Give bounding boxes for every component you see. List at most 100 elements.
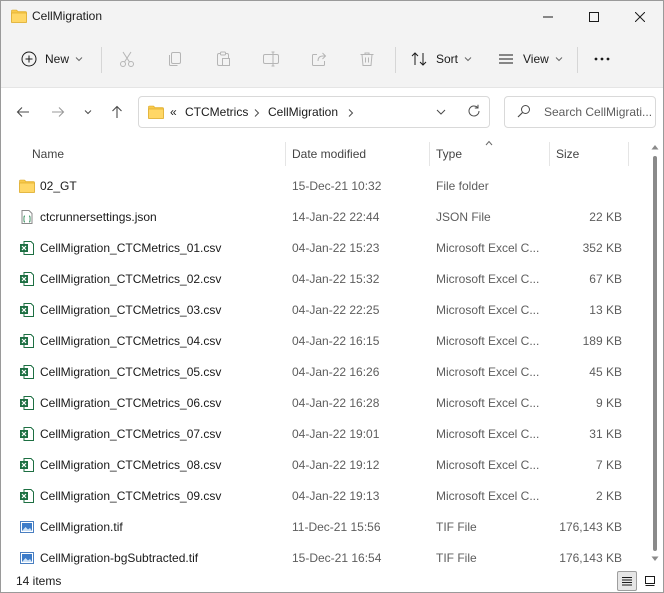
address-bar[interactable]: « CTCMetrics CellMigration (138, 96, 490, 128)
file-size: 9 KB (595, 396, 622, 410)
folder-icon (148, 105, 164, 119)
column-label: Name (32, 147, 65, 161)
new-button[interactable]: New (21, 45, 83, 73)
file-date: 11-Dec-21 15:56 (292, 520, 381, 534)
search-icon (517, 105, 530, 118)
chevron-down-icon (555, 57, 563, 62)
sort-button[interactable]: Sort (410, 45, 472, 73)
toolbar-divider (395, 47, 396, 73)
large-icons-view-button[interactable] (640, 571, 660, 591)
excel-csv-icon (20, 303, 34, 317)
recent-locations-button[interactable] (78, 102, 98, 122)
search-box[interactable]: Search CellMigrati... (504, 96, 656, 128)
list-item[interactable]: CellMigration_CTCMetrics_03.csv 04-Jan-2… (13, 294, 643, 325)
breadcrumb-overflow[interactable]: « (170, 105, 177, 119)
list-item[interactable]: 02_GT 15-Dec-21 10:32 File folder (13, 170, 643, 201)
chevron-right-icon[interactable] (348, 109, 354, 117)
more-options-button[interactable] (593, 45, 611, 73)
file-size: 13 KB (589, 303, 622, 317)
file-type: Microsoft Excel C... (436, 489, 540, 503)
list-item[interactable]: CellMigration_CTCMetrics_02.csv 04-Jan-2… (13, 263, 643, 294)
file-size: 352 KB (582, 241, 622, 255)
image-file-icon (20, 521, 34, 533)
share-button[interactable] (310, 45, 328, 73)
sort-ascending-icon (485, 140, 493, 146)
file-name: CellMigration_CTCMetrics_03.csv (40, 303, 222, 317)
list-item[interactable]: CellMigration.tif 11-Dec-21 15:56 TIF Fi… (13, 511, 643, 542)
list-item[interactable]: CellMigration_CTCMetrics_06.csv 04-Jan-2… (13, 387, 643, 418)
arrow-up-icon (112, 105, 122, 118)
file-date: 04-Jan-22 15:23 (292, 241, 380, 255)
file-size: 2 KB (595, 489, 622, 503)
column-header-date[interactable]: Date modified (286, 138, 429, 170)
file-size: 67 KB (589, 272, 622, 286)
breadcrumb-ctcmetrics[interactable]: CTCMetrics (185, 105, 248, 119)
copy-button[interactable] (166, 45, 184, 73)
list-item[interactable]: CellMigration_CTCMetrics_07.csv 04-Jan-2… (13, 418, 643, 449)
file-type: Microsoft Excel C... (436, 427, 540, 441)
folder-icon (11, 9, 27, 23)
chevron-down-icon (464, 57, 472, 62)
close-button[interactable] (617, 1, 663, 33)
file-size: 176,143 KB (559, 520, 622, 534)
column-divider[interactable] (628, 142, 629, 166)
file-name: 02_GT (40, 179, 77, 193)
details-view-icon (622, 577, 632, 586)
file-type: Microsoft Excel C... (436, 365, 540, 379)
rename-button[interactable] (262, 45, 280, 73)
close-icon (635, 12, 645, 22)
file-name: ctcrunnersettings.json (40, 210, 157, 224)
list-item[interactable]: CellMigration_CTCMetrics_01.csv 04-Jan-2… (13, 232, 643, 263)
chevron-down-icon[interactable] (436, 108, 446, 116)
file-type: JSON File (436, 210, 491, 224)
chevron-down-icon (84, 110, 92, 115)
cut-button[interactable] (118, 45, 136, 73)
file-type: Microsoft Excel C... (436, 272, 540, 286)
column-header-type[interactable]: Type (430, 138, 549, 170)
chevron-right-icon[interactable] (254, 109, 260, 117)
file-date: 15-Dec-21 10:32 (292, 179, 382, 193)
up-button[interactable] (107, 102, 127, 122)
scroll-down-icon[interactable] (651, 556, 659, 562)
minimize-button[interactable] (525, 1, 571, 33)
maximize-button[interactable] (571, 1, 617, 33)
share-icon (312, 52, 327, 66)
file-list: Name Date modified Type Size 02_GT 15-De… (1, 138, 663, 570)
file-date: 04-Jan-22 15:32 (292, 272, 380, 286)
item-count: 14 items (16, 574, 62, 588)
column-header-size[interactable]: Size (550, 138, 628, 170)
list-item[interactable]: CellMigration_CTCMetrics_09.csv 04-Jan-2… (13, 480, 643, 511)
refresh-icon[interactable] (467, 104, 481, 118)
breadcrumb-cellmigration[interactable]: CellMigration (268, 105, 338, 119)
details-view-button[interactable] (617, 571, 637, 591)
paste-button[interactable] (214, 45, 232, 73)
scroll-up-icon[interactable] (651, 144, 659, 150)
vertical-scrollbar-thumb[interactable] (653, 156, 657, 551)
paste-icon (217, 51, 230, 66)
delete-button[interactable] (358, 45, 376, 73)
list-item[interactable]: CellMigration_CTCMetrics_05.csv 04-Jan-2… (13, 356, 643, 387)
forward-button[interactable] (48, 102, 68, 122)
list-item[interactable]: CellMigration_CTCMetrics_08.csv 04-Jan-2… (13, 449, 643, 480)
excel-csv-icon (20, 396, 34, 410)
sort-icon (411, 52, 427, 66)
sort-label: Sort (436, 52, 459, 66)
file-date: 04-Jan-22 19:12 (292, 458, 380, 472)
back-button[interactable] (13, 102, 33, 122)
file-size: 7 KB (595, 458, 622, 472)
file-explorer-window: CellMigration New Sort View « CTCMetrics… (0, 0, 664, 593)
file-date: 15-Dec-21 16:54 (292, 551, 382, 565)
json-file-icon (21, 210, 33, 224)
file-name: CellMigration_CTCMetrics_04.csv (40, 334, 222, 348)
plus-icon (21, 51, 37, 67)
view-button[interactable]: View (497, 45, 563, 73)
file-type: Microsoft Excel C... (436, 458, 540, 472)
title-bar[interactable]: CellMigration (1, 1, 663, 33)
file-date: 04-Jan-22 19:13 (292, 489, 380, 503)
list-item[interactable]: CellMigration_CTCMetrics_04.csv 04-Jan-2… (13, 325, 643, 356)
view-label: View (523, 52, 549, 66)
column-header-name[interactable]: Name (13, 138, 285, 170)
maximize-icon (589, 12, 599, 22)
list-item[interactable]: ctcrunnersettings.json 14-Jan-22 22:44 J… (13, 201, 643, 232)
list-item[interactable]: CellMigration-bgSubtracted.tif 15-Dec-21… (13, 542, 643, 573)
